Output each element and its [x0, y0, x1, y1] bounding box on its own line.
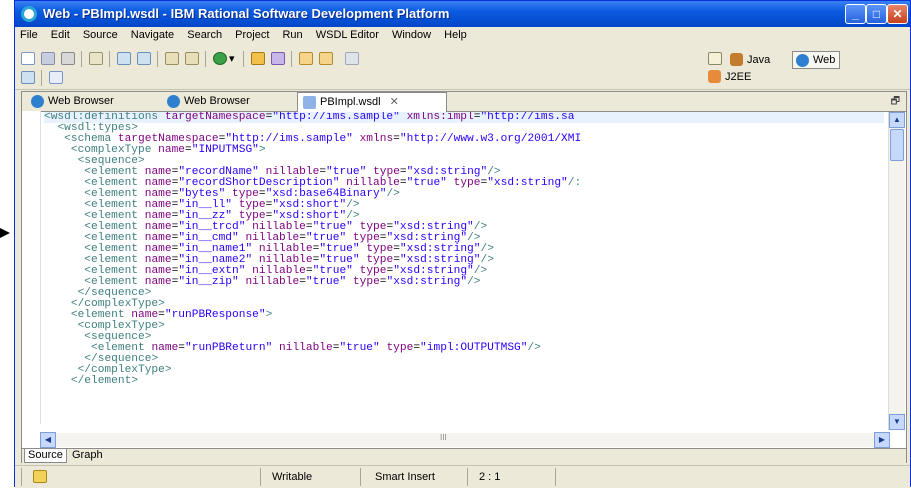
pointer-arrow-icon: [0, 228, 10, 238]
perspective-java-label: Java: [747, 54, 771, 66]
minimize-button[interactable]: _: [845, 4, 866, 24]
status-separator: [555, 468, 556, 486]
menu-source[interactable]: Source: [78, 27, 123, 41]
globe-icon: [167, 95, 180, 108]
toolbar-separator: [109, 51, 110, 67]
perspective-web[interactable]: Web: [792, 51, 841, 69]
wsdl-file-icon: [303, 96, 316, 109]
code-line[interactable]: <wsdl:definitions targetNamespace="http:…: [44, 112, 884, 123]
vertical-scrollbar[interactable]: ▲ ▼: [888, 112, 905, 430]
status-pencil-icon: [33, 470, 47, 483]
code-line[interactable]: <complexType>: [44, 320, 884, 332]
tab-close-icon[interactable]: ✕: [390, 96, 399, 108]
menu-file[interactable]: File: [15, 27, 43, 41]
web-perspective-icon: [796, 54, 809, 67]
globe-icon: [31, 95, 44, 108]
tab-label: PBImpl.wsdl: [320, 96, 381, 108]
toolbar-separator: [205, 51, 206, 67]
open-folder-icon[interactable]: [251, 52, 265, 65]
scroll-left-button[interactable]: ◀: [40, 432, 56, 448]
spell-check-icon[interactable]: [49, 71, 63, 84]
scroll-down-button[interactable]: ▼: [889, 414, 905, 430]
maximize-button[interactable]: □: [866, 4, 887, 24]
toolbar-separator: [157, 51, 158, 67]
code-line[interactable]: <element name="runPBReturn" nillable="tr…: [44, 342, 884, 354]
menu-run[interactable]: Run: [277, 27, 307, 41]
menu-search[interactable]: Search: [182, 27, 227, 41]
status-insert-mode: Smart Insert: [375, 471, 435, 483]
new-web-project-icon[interactable]: [137, 52, 151, 65]
main-toolbar: ▾: [15, 45, 910, 90]
toolbar-separator: [41, 70, 42, 86]
eclipse-app-icon: [21, 6, 37, 22]
perspective-j2ee-label: J2EE: [725, 71, 752, 83]
status-separator: [360, 468, 361, 486]
back-icon[interactable]: [319, 52, 333, 65]
editor-area: Web Browser Web Browser PBImpl.wsdl ✕ 🗗 …: [21, 91, 907, 464]
open-perspective-icon[interactable]: [708, 52, 722, 65]
save-icon[interactable]: [41, 52, 55, 65]
toolbar-separator: [81, 51, 82, 67]
menu-wsdl-editor[interactable]: WSDL Editor: [311, 27, 384, 41]
new-package-icon[interactable]: [165, 52, 179, 65]
new-class-icon[interactable]: [185, 52, 199, 65]
status-separator: [260, 468, 261, 486]
code-line[interactable]: <complexType name="INPUTMSG">: [44, 144, 884, 156]
tab-web-browser-1[interactable]: Web Browser: [26, 92, 142, 111]
run-dropdown-icon[interactable]: ▾: [229, 52, 237, 65]
tab-label: Web Browser: [48, 95, 114, 107]
scroll-up-button[interactable]: ▲: [889, 112, 905, 128]
code-line[interactable]: <element name="runPBResponse">: [44, 309, 884, 321]
perspective-j2ee[interactable]: J2EE: [705, 68, 755, 86]
properties-icon[interactable]: [89, 52, 103, 65]
status-separator: [467, 468, 468, 486]
window-title: Web - PBImpl.wsdl - IBM Rational Softwar…: [43, 6, 450, 21]
toolbar-separator: [291, 51, 292, 67]
status-separator: [21, 468, 22, 486]
vertical-scroll-thumb[interactable]: [890, 129, 904, 161]
toolbar-separator: [243, 51, 244, 67]
editor-tabs: Web Browser Web Browser PBImpl.wsdl ✕ 🗗: [22, 92, 906, 112]
edit-pencil-icon[interactable]: [271, 52, 285, 65]
horizontal-scrollbar[interactable]: ◀ III ▶: [40, 432, 890, 448]
new-icon[interactable]: [21, 52, 35, 65]
j2ee-perspective-icon: [708, 70, 721, 83]
tab-web-browser-2[interactable]: Web Browser: [162, 92, 278, 111]
maximize-view-icon[interactable]: 🗗: [891, 94, 900, 111]
close-button[interactable]: ✕: [887, 4, 908, 24]
last-edit-icon[interactable]: [299, 52, 313, 65]
menu-navigate[interactable]: Navigate: [126, 27, 179, 41]
tab-pbimpl-wsdl[interactable]: PBImpl.wsdl ✕: [297, 92, 447, 112]
title-bar[interactable]: Web - PBImpl.wsdl - IBM Rational Softwar…: [15, 1, 910, 27]
editor-ruler: [22, 111, 41, 424]
perspective-web-label: Web: [813, 54, 836, 66]
status-writable: Writable: [272, 471, 313, 483]
ide-window: Web - PBImpl.wsdl - IBM Rational Softwar…: [14, 0, 911, 488]
menu-window[interactable]: Window: [387, 27, 436, 41]
code-line[interactable]: </element>: [44, 375, 884, 387]
wsdl-source-text[interactable]: <wsdl:definitions targetNamespace="http:…: [44, 112, 884, 430]
status-cursor-position: 2 : 1: [479, 471, 501, 483]
code-line[interactable]: </sequence>: [44, 287, 884, 299]
web-service-icon[interactable]: [21, 71, 35, 84]
new-server-icon[interactable]: [117, 52, 131, 65]
menu-bar: File Edit Source Navigate Search Project…: [15, 27, 910, 45]
code-line[interactable]: <element name="in__zip" nillable="true" …: [44, 276, 884, 288]
status-bar: Writable Smart Insert 2 : 1: [15, 465, 910, 488]
tab-source[interactable]: Source: [24, 449, 67, 463]
horizontal-scroll-thumb[interactable]: III: [440, 433, 447, 442]
print-icon[interactable]: [61, 52, 75, 65]
perspective-java[interactable]: Java: [727, 51, 774, 69]
menu-project[interactable]: Project: [230, 27, 274, 41]
run-icon[interactable]: [213, 52, 227, 65]
editor-mode-tabs: Source Graph: [22, 448, 906, 464]
tab-graph[interactable]: Graph: [69, 449, 106, 463]
forward-icon[interactable]: [345, 52, 359, 65]
scroll-right-button[interactable]: ▶: [874, 432, 890, 448]
code-line[interactable]: </complexType>: [44, 364, 884, 376]
menu-edit[interactable]: Edit: [46, 27, 75, 41]
tab-label: Web Browser: [184, 95, 250, 107]
menu-help[interactable]: Help: [439, 27, 472, 41]
java-perspective-icon: [730, 53, 743, 66]
